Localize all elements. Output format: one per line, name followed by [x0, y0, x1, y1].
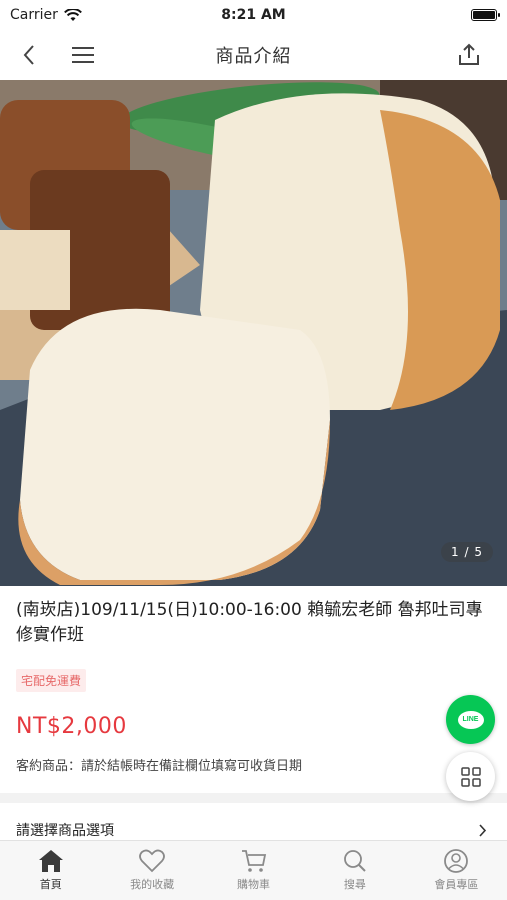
tab-label: 購物車 — [237, 878, 271, 891]
grid-menu-button[interactable] — [446, 752, 495, 801]
wifi-icon — [63, 8, 82, 21]
chevron-right-icon — [479, 823, 487, 837]
line-label: LINE — [462, 716, 479, 723]
options-label: 請選擇商品選項 — [16, 823, 114, 839]
bread-photo — [0, 80, 507, 586]
chevron-left-icon — [23, 45, 34, 65]
cart-icon — [241, 850, 266, 872]
share-icon — [459, 43, 479, 65]
menu-button[interactable] — [66, 38, 100, 72]
tab-search[interactable]: 搜尋 — [304, 841, 405, 900]
image-counter: 1 / 5 — [441, 542, 493, 562]
tab-label: 首頁 — [39, 878, 62, 891]
product-note: 客約商品：請於結帳時在備註欄位填寫可收貨日期 — [16, 759, 303, 774]
tab-label: 我的收藏 — [130, 878, 175, 891]
share-button[interactable] — [452, 38, 486, 72]
tab-favorites[interactable]: 我的收藏 — [101, 841, 202, 900]
user-icon — [444, 849, 469, 873]
back-button[interactable] — [12, 38, 46, 72]
tab-home[interactable]: 首頁 — [0, 841, 101, 900]
tab-bar: 首頁 我的收藏 購物車 搜尋 會員專區 — [0, 840, 507, 900]
line-chat-button[interactable]: LINE — [446, 695, 495, 744]
battery-icon — [471, 9, 500, 21]
carrier-label: Carrier — [10, 7, 58, 23]
status-bar: Carrier 8:21 AM — [0, 0, 507, 30]
shipping-badge: 宅配免運費 — [16, 669, 87, 692]
nav-bar: 商品介紹 — [0, 30, 507, 80]
heart-icon — [139, 849, 166, 873]
product-image-carousel[interactable]: 1 / 5 — [0, 80, 507, 586]
menu-icon — [72, 47, 94, 63]
product-price: NT$2,000 — [16, 714, 127, 739]
tab-member[interactable]: 會員專區 — [406, 841, 507, 900]
tab-label: 搜尋 — [343, 878, 366, 891]
search-icon — [344, 850, 366, 872]
grid-icon — [460, 766, 481, 787]
status-left: Carrier — [10, 7, 82, 23]
section-divider — [0, 793, 507, 803]
tab-label: 會員專區 — [434, 878, 479, 891]
tab-cart[interactable]: 購物車 — [203, 841, 304, 900]
product-title: (南崁店)109/11/15(日)10:00-16:00 賴毓宏老師 魯邦吐司專… — [16, 600, 483, 645]
line-icon: LINE — [457, 710, 484, 729]
home-icon — [38, 850, 63, 872]
